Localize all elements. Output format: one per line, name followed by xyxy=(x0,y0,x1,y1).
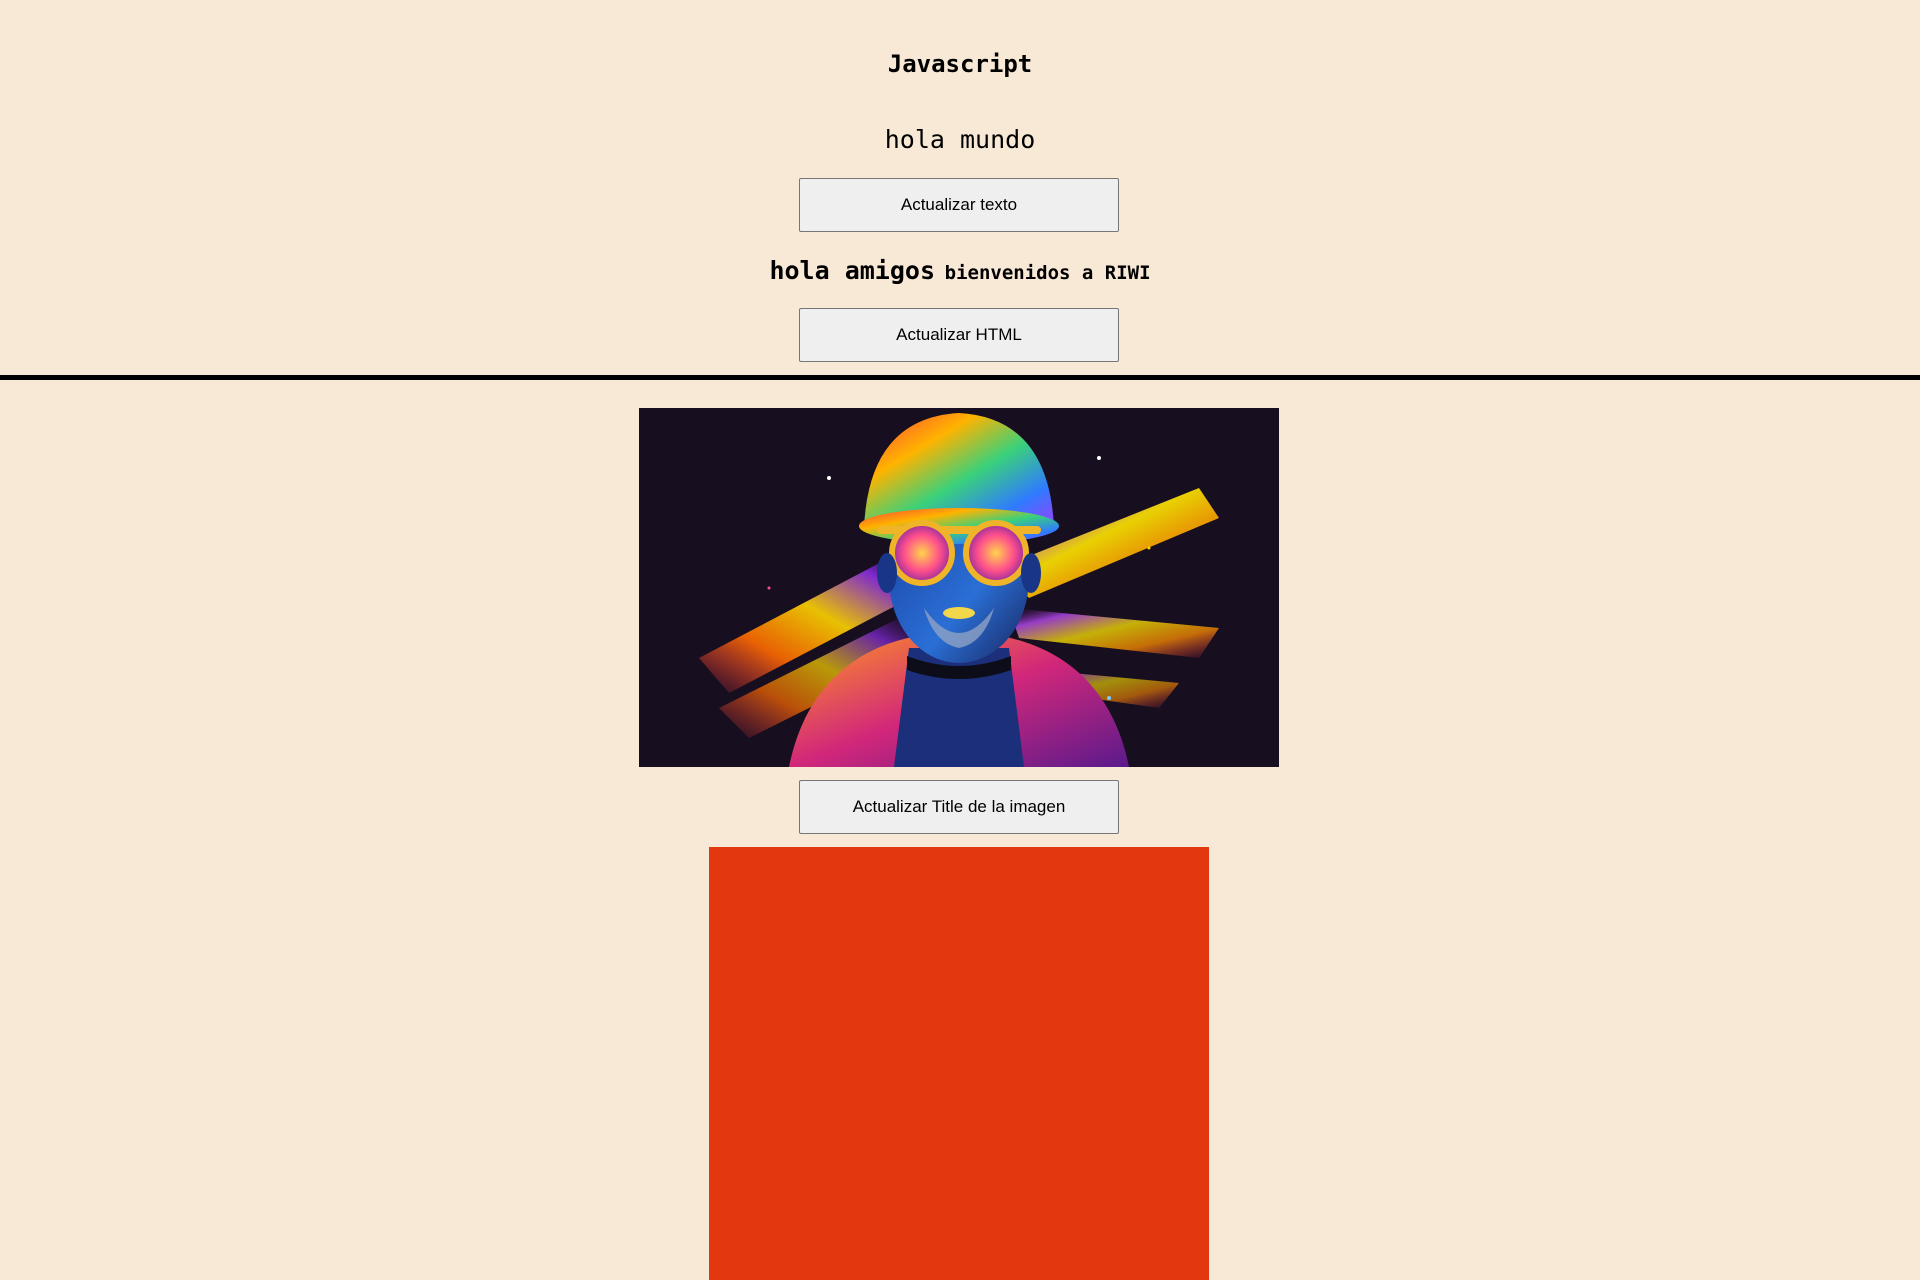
text-paragraph: hola mundo xyxy=(884,125,1036,154)
update-text-button[interactable]: Actualizar texto xyxy=(799,178,1119,232)
horizontal-divider xyxy=(0,375,1920,380)
neon-portrait-image xyxy=(639,408,1279,767)
html-rest-text: bienvenidos a RIWI xyxy=(944,262,1151,284)
update-image-title-button[interactable]: Actualizar Title de la imagen xyxy=(799,780,1119,834)
red-box xyxy=(709,847,1209,1280)
update-html-button[interactable]: Actualizar HTML xyxy=(799,308,1119,362)
page-title: Javascript xyxy=(887,50,1033,78)
html-content: hola amigos bienvenidos a RIWI xyxy=(0,254,1920,291)
html-strong-text: hola amigos xyxy=(769,256,936,285)
